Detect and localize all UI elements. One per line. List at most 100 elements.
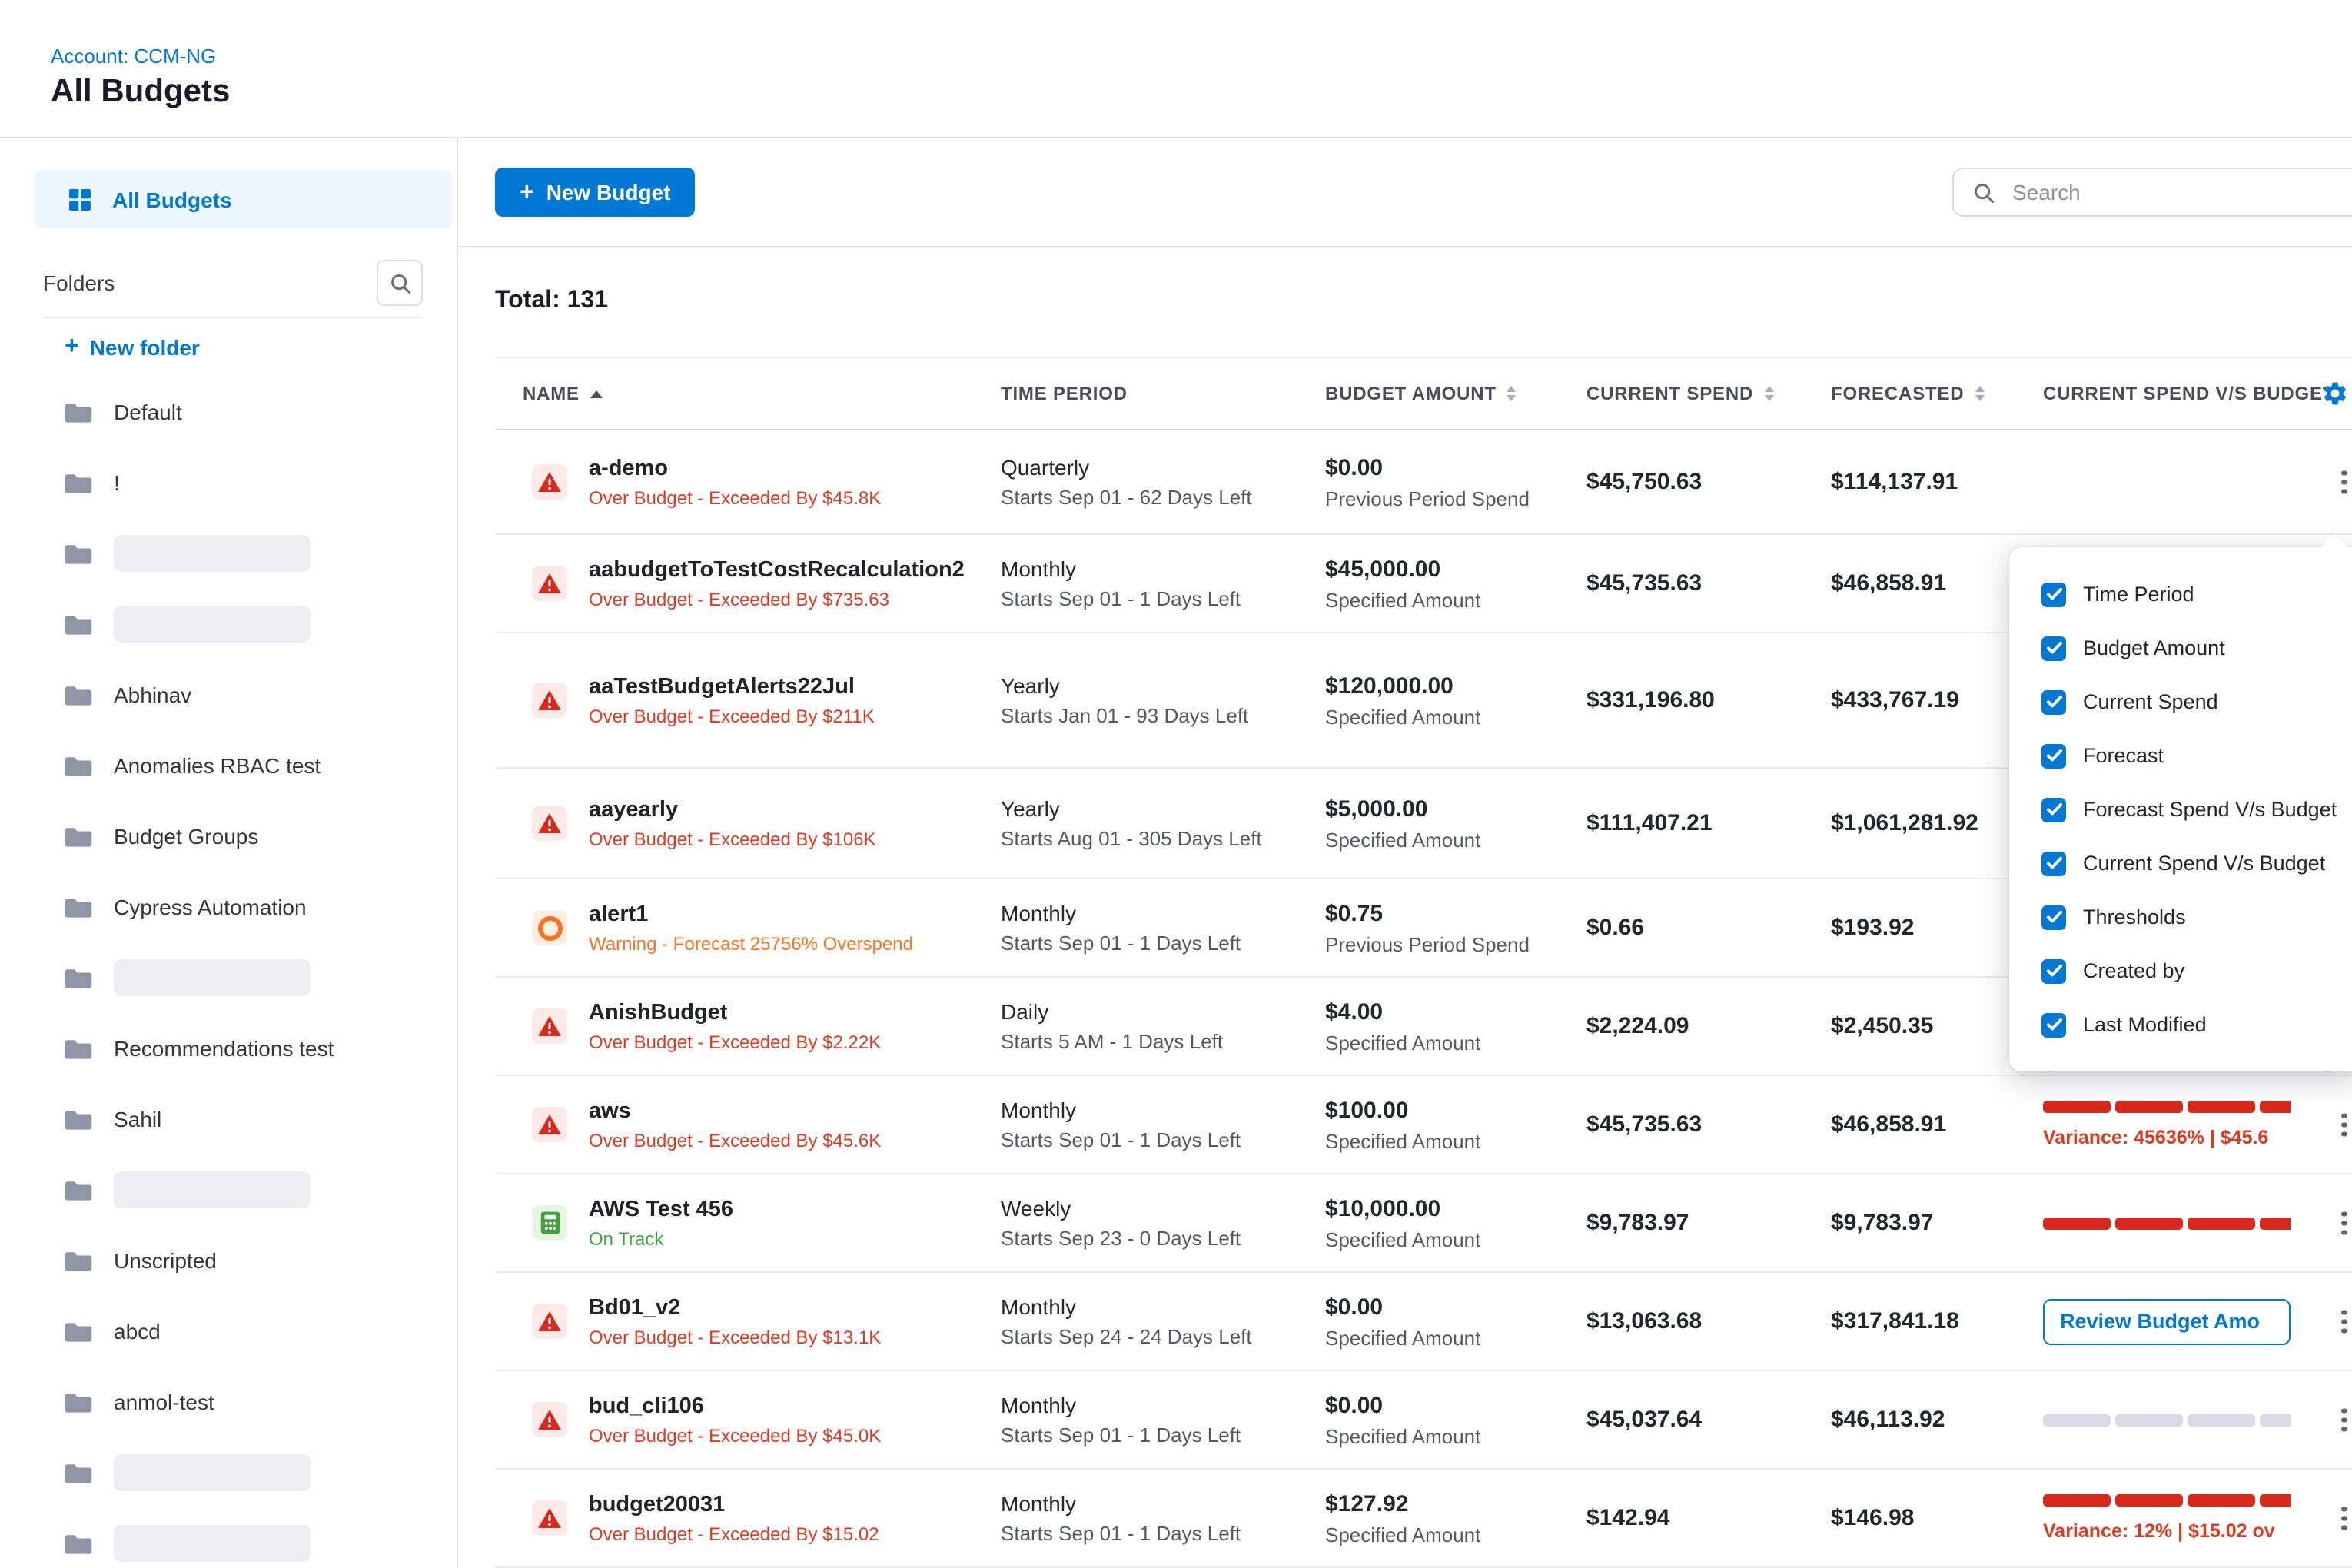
table-row[interactable]: Bd01_v2Over Budget - Exceeded By $13.1KM…	[495, 1273, 2352, 1371]
row-actions-kebab-icon[interactable]	[2334, 1105, 2352, 1144]
budget-amount-cell: $127.92Specified Amount	[1325, 1490, 1586, 1546]
content-area: Total: 131 NAME TIME PERIOD BUDGET AMOUN…	[458, 246, 2352, 1568]
folder-item[interactable]	[0, 1508, 457, 1568]
period-type: Monthly	[1001, 556, 1325, 581]
column-toggle-item[interactable]: Current Spend V/s Budget	[2009, 836, 2352, 890]
column-toggle-item[interactable]: Thresholds	[2009, 890, 2352, 944]
column-header-time-period[interactable]: TIME PERIOD	[1001, 383, 1325, 404]
column-toggle-item[interactable]: Budget Amount	[2009, 621, 2352, 675]
folder-name-placeholder	[114, 535, 311, 572]
checkbox-checked-icon[interactable]	[2041, 582, 2066, 606]
budget-name[interactable]: aaTestBudgetAlerts22Jul	[589, 674, 875, 699]
folder-item[interactable]: Anomalies RBAC test	[0, 730, 457, 801]
folder-item[interactable]: Default	[0, 377, 457, 447]
row-actions-kebab-icon[interactable]	[2334, 1400, 2352, 1440]
folder-item[interactable]: !	[0, 447, 457, 518]
search-input[interactable]	[2009, 178, 2352, 206]
checkbox-checked-icon[interactable]	[2041, 851, 2066, 875]
new-folder-button[interactable]: New folder	[65, 334, 200, 360]
budget-amount-cell: $0.00Specified Amount	[1325, 1294, 1586, 1349]
column-toggle-label: Last Modified	[2083, 1013, 2207, 1036]
budget-name[interactable]: bud_cli106	[589, 1394, 881, 1418]
folder-search-button[interactable]	[377, 260, 423, 306]
budget-name[interactable]: AnishBudget	[589, 1000, 881, 1025]
checkbox-checked-icon[interactable]	[2041, 958, 2066, 983]
table-row[interactable]: awsOver Budget - Exceeded By $45.6KMonth…	[495, 1076, 2352, 1174]
folder-item[interactable]	[0, 518, 457, 589]
folder-item[interactable]: Recommendations test	[0, 1013, 457, 1084]
folder-item[interactable]: Sahil	[0, 1084, 457, 1154]
column-toggle-item[interactable]: Created by	[2009, 944, 2352, 998]
budget-name-cell: aaTestBudgetAlerts22JulOver Budget - Exc…	[495, 674, 1001, 726]
folder-item[interactable]: Abhinav	[0, 659, 457, 730]
spend-vs-budget-cell: Review Budget Amo	[2043, 1298, 2352, 1344]
folder-item[interactable]	[0, 1437, 457, 1508]
sort-icon	[1507, 386, 1517, 401]
folder-item[interactable]: anmol-test	[0, 1367, 457, 1437]
budget-amount-value: $10,000.00	[1325, 1195, 1586, 1221]
period-detail: Starts Aug 01 - 305 Days Left	[1001, 827, 1325, 850]
column-toggle-item[interactable]: Current Spend	[2009, 675, 2352, 729]
spend-vs-budget-bar	[2043, 1101, 2291, 1113]
table-row[interactable]: budget20031Over Budget - Exceeded By $15…	[495, 1470, 2352, 1568]
row-actions-kebab-icon[interactable]	[2334, 1302, 2352, 1341]
table-row[interactable]: bud_cli106Over Budget - Exceeded By $45.…	[495, 1371, 2352, 1470]
time-period-cell: MonthlyStarts Sep 01 - 1 Days Left	[1001, 1393, 1325, 1447]
over-budget-alert-icon	[532, 806, 567, 841]
column-toggle-item[interactable]: Forecast	[2009, 729, 2352, 782]
budget-name[interactable]: aabudgetToTestCostRecalculation2	[589, 557, 965, 582]
checkbox-checked-icon[interactable]	[2041, 1012, 2066, 1037]
table-row[interactable]: a-demoOver Budget - Exceeded By $45.8KQu…	[495, 430, 2352, 535]
forecasted-value: $146.98	[1831, 1505, 2043, 1531]
spend-vs-budget-bar	[2043, 1494, 2291, 1507]
budget-name[interactable]: aws	[589, 1098, 881, 1123]
variance-text: Variance: 45636% | $45.6	[2043, 1127, 2291, 1148]
page-title: All Budgets	[51, 74, 230, 111]
column-toggle-label: Current Spend	[2083, 690, 2218, 713]
column-toggle-item[interactable]: Last Modified	[2009, 998, 2352, 1051]
column-header-budget-amount[interactable]: BUDGET AMOUNT	[1325, 383, 1586, 404]
table-row[interactable]: AWS Test 456On TrackWeeklyStarts Sep 23 …	[495, 1174, 2352, 1273]
budget-amount-value: $5,000.00	[1325, 796, 1586, 822]
budget-name[interactable]: budget20031	[589, 1492, 879, 1517]
budget-name[interactable]: AWS Test 456	[589, 1197, 733, 1221]
checkbox-checked-icon[interactable]	[2041, 743, 2066, 768]
checkbox-checked-icon[interactable]	[2041, 797, 2066, 822]
folder-item[interactable]: Cypress Automation	[0, 872, 457, 942]
checkbox-checked-icon[interactable]	[2041, 689, 2066, 714]
row-actions-kebab-icon[interactable]	[2334, 1499, 2352, 1538]
budget-status-text: Over Budget - Exceeded By $45.8K	[589, 487, 881, 508]
folder-item[interactable]	[0, 942, 457, 1013]
time-period-cell: YearlyStarts Aug 01 - 305 Days Left	[1001, 796, 1325, 850]
checkbox-checked-icon[interactable]	[2041, 636, 2066, 660]
new-folder-label: New folder	[90, 334, 200, 359]
folder-item[interactable]: Budget Groups	[0, 801, 457, 872]
column-toggle-item[interactable]: Time Period	[2009, 567, 2352, 621]
account-breadcrumb-link[interactable]: Account: CCM-NG	[51, 45, 216, 68]
sidebar-item-all-budgets[interactable]: All Budgets	[34, 171, 452, 228]
budget-name[interactable]: Bd01_v2	[589, 1295, 881, 1320]
checkbox-checked-icon[interactable]	[2041, 905, 2066, 929]
period-type: Monthly	[1001, 1393, 1325, 1417]
column-header-current-spend-vs-budget[interactable]: CURRENT SPEND V/S BUDGET	[2043, 383, 2352, 404]
page-header: Account: CCM-NG All Budgets	[0, 0, 2352, 138]
column-header-current-spend[interactable]: CURRENT SPEND	[1586, 383, 1831, 404]
folder-item[interactable]: abcd	[0, 1296, 457, 1367]
column-toggle-item[interactable]: Forecast Spend V/s Budget	[2009, 782, 2352, 836]
new-budget-button[interactable]: New Budget	[495, 168, 695, 217]
row-actions-kebab-icon[interactable]	[2334, 463, 2352, 502]
budget-name[interactable]: alert1	[589, 902, 913, 926]
current-spend-value: $45,735.63	[1586, 1111, 1831, 1138]
column-header-name[interactable]: NAME	[495, 383, 1001, 404]
folder-item[interactable]	[0, 589, 457, 659]
folder-item[interactable]	[0, 1154, 457, 1225]
folder-item[interactable]: Unscripted	[0, 1225, 457, 1296]
budget-name[interactable]: aayearly	[589, 797, 876, 822]
time-period-cell: WeeklyStarts Sep 23 - 0 Days Left	[1001, 1196, 1325, 1250]
row-actions-kebab-icon[interactable]	[2334, 1204, 2352, 1243]
column-settings-gear-icon[interactable]	[2321, 380, 2349, 407]
review-budget-amount-button[interactable]: Review Budget Amo	[2043, 1298, 2291, 1344]
budget-name[interactable]: a-demo	[589, 456, 881, 480]
column-header-forecasted[interactable]: FORECASTED	[1831, 383, 2043, 404]
column-toggle-label: Thresholds	[2083, 905, 2186, 929]
